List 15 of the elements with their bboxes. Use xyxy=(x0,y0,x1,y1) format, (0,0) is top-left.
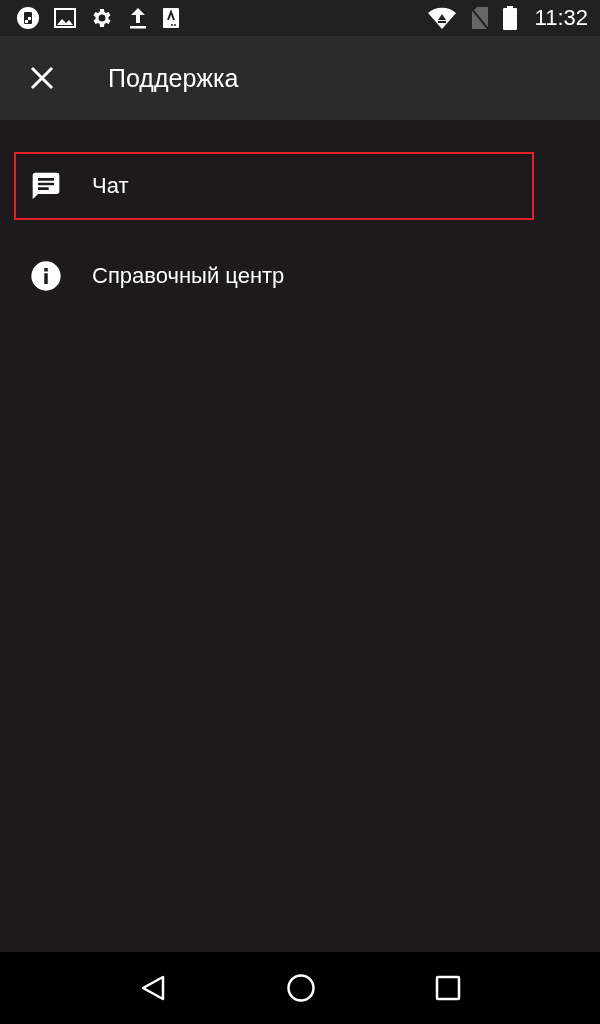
app-notification-icon xyxy=(16,6,40,30)
menu-item[interactable]: Чат xyxy=(14,152,534,220)
recents-button[interactable] xyxy=(434,975,461,1001)
upload-icon xyxy=(128,6,148,30)
battery-icon xyxy=(502,6,517,30)
close-button[interactable] xyxy=(28,64,56,92)
home-button[interactable] xyxy=(286,973,316,1003)
no-sim-icon xyxy=(470,6,489,30)
wifi-icon xyxy=(426,6,457,30)
text-file-icon xyxy=(162,7,180,29)
image-icon xyxy=(54,8,76,28)
menu-item[interactable]: Справочный центр xyxy=(14,242,534,310)
screen-title: Поддержка xyxy=(108,63,239,93)
info-icon xyxy=(30,260,62,292)
clock-time: 11:32 xyxy=(534,5,588,31)
